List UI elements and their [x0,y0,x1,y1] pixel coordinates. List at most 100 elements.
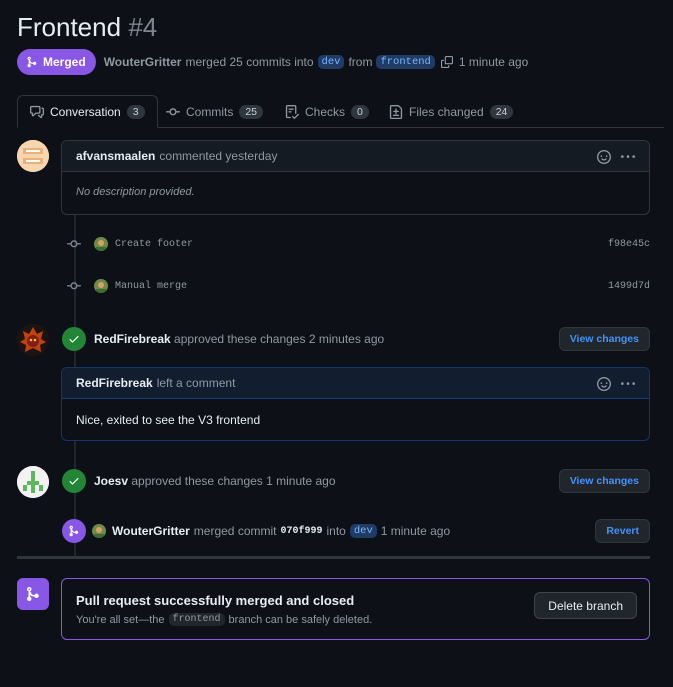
merge-icon [69,525,79,537]
kebab-menu-icon[interactable] [621,150,635,164]
review-event: RedFirebreak approved these changes 2 mi… [62,326,650,352]
merge-event-text: WouterGritter merged commit 070f999 into… [112,524,450,538]
tab-counter: 24 [489,104,514,119]
avatar[interactable] [94,279,108,293]
approved-badge [62,469,86,493]
review-text: RedFirebreak approved these changes 2 mi… [94,332,384,346]
pr-title: Frontend [17,12,122,42]
avatar[interactable] [92,524,106,538]
comment-header: RedFirebreak left a comment [62,368,649,399]
pr-tabs: Conversation 3 Commits 25 Checks 0 Files… [17,95,664,128]
avatar[interactable] [17,324,49,356]
merge-status-subtitle: You're all set—the frontend branch can b… [76,613,372,626]
tab-files-changed[interactable]: Files changed 24 [389,95,514,128]
comment-actions [597,368,635,399]
pr-number: #4 [128,12,158,42]
merge-action: merged commit [193,524,277,538]
merge-text: merged 25 commits into [185,55,314,69]
review-action: approved these changes 1 minute ago [131,474,336,488]
commit-sha[interactable]: f98e45c [608,239,650,250]
page-title: Frontend #4 [17,12,157,43]
tab-counter: 3 [126,104,145,119]
avatar[interactable] [17,466,49,498]
comment-body: Nice, exited to see the V3 frontend [76,413,261,427]
check-icon [69,478,79,485]
author-link[interactable]: WouterGritter [104,55,182,69]
tab-checks[interactable]: Checks 0 [285,95,369,128]
check-icon [69,336,79,343]
comment-author[interactable]: RedFirebreak [76,376,153,390]
commit-dot [66,236,82,252]
commit-row: Create footer f98e45c [66,234,650,254]
from-text: from [348,55,373,69]
tab-conversation[interactable]: Conversation 3 [17,95,158,128]
avatar-image [17,466,49,498]
merge-commit-sha[interactable]: 070f999 [280,526,322,537]
copy-icon[interactable] [440,56,453,68]
merge-sub-before: You're all set—the [76,613,165,626]
commit-sha[interactable]: 1499d7d [608,281,650,292]
merge-time: 1 minute ago [458,55,529,69]
merge-status-icon [17,578,49,610]
view-changes-button[interactable]: View changes [558,327,650,351]
commit-icon [166,107,180,115]
merge-status-box: Pull request successfully merged and clo… [61,578,650,640]
avatar-image [17,324,49,356]
comment-body: No description provided. [76,186,195,198]
smiley-icon[interactable] [597,376,611,391]
merge-status-title: Pull request successfully merged and clo… [76,593,355,608]
timeline-divider [17,556,650,559]
merge-icon [27,587,39,601]
tab-label: Conversation [50,104,121,119]
comment-header: afvansmaalen commented yesterday [62,141,649,172]
avatar-image [17,140,49,172]
reviewer-link[interactable]: Joesv [94,474,128,488]
comment-box: afvansmaalen commented yesterday No desc… [61,140,650,215]
commit-icon [67,240,81,248]
state-label: Merged [43,55,86,69]
tab-label: Files changed [409,104,484,119]
comment-action: commented yesterday [159,149,278,163]
avatar[interactable] [17,140,49,172]
head-branch[interactable]: frontend [376,55,435,69]
merge-event-time: 1 minute ago [380,524,451,538]
review-comment-box: RedFirebreak left a comment Nice, exited… [61,367,650,441]
kebab-menu-icon[interactable] [621,377,635,391]
into-text: into [326,524,346,538]
comment-action: left a comment [156,376,236,390]
approved-badge [62,327,86,351]
avatar[interactable] [94,237,108,251]
tab-label: Commits [186,104,234,119]
base-branch[interactable]: dev [317,55,345,69]
commit-icon [67,282,81,290]
commit-dot [66,278,82,294]
merge-icon [27,56,37,68]
commit-row: Manual merge 1499d7d [66,276,650,296]
comment-icon [30,105,44,118]
merger-link[interactable]: WouterGritter [112,524,190,538]
review-event: Joesv approved these changes 1 minute ag… [62,468,650,494]
revert-button[interactable]: Revert [595,519,650,543]
smiley-icon[interactable] [597,149,611,164]
merge-sub-after: branch can be safely deleted. [228,613,373,626]
merge-description: WouterGritter merged 25 commits into dev… [104,55,529,69]
target-branch[interactable]: dev [349,524,377,538]
review-text: Joesv approved these changes 1 minute ag… [94,474,336,488]
delete-branch-button[interactable]: Delete branch [534,592,637,619]
comment-author[interactable]: afvansmaalen [76,149,155,163]
review-action: approved these changes 2 minutes ago [174,332,385,346]
tab-commits[interactable]: Commits 25 [166,95,264,128]
tab-counter: 25 [239,104,264,119]
pr-meta: Merged WouterGritter merged 25 commits i… [17,49,528,75]
reviewer-link[interactable]: RedFirebreak [94,332,171,346]
comment-actions [597,141,635,172]
commit-message[interactable]: Create footer [115,239,193,250]
tab-label: Checks [305,104,346,119]
view-changes-button[interactable]: View changes [558,469,650,493]
checklist-icon [285,104,299,119]
commit-message[interactable]: Manual merge [115,281,187,292]
tab-counter: 0 [351,104,369,119]
file-diff-icon [389,104,403,119]
merge-event: WouterGritter merged commit 070f999 into… [62,518,650,544]
merged-badge [62,519,86,543]
